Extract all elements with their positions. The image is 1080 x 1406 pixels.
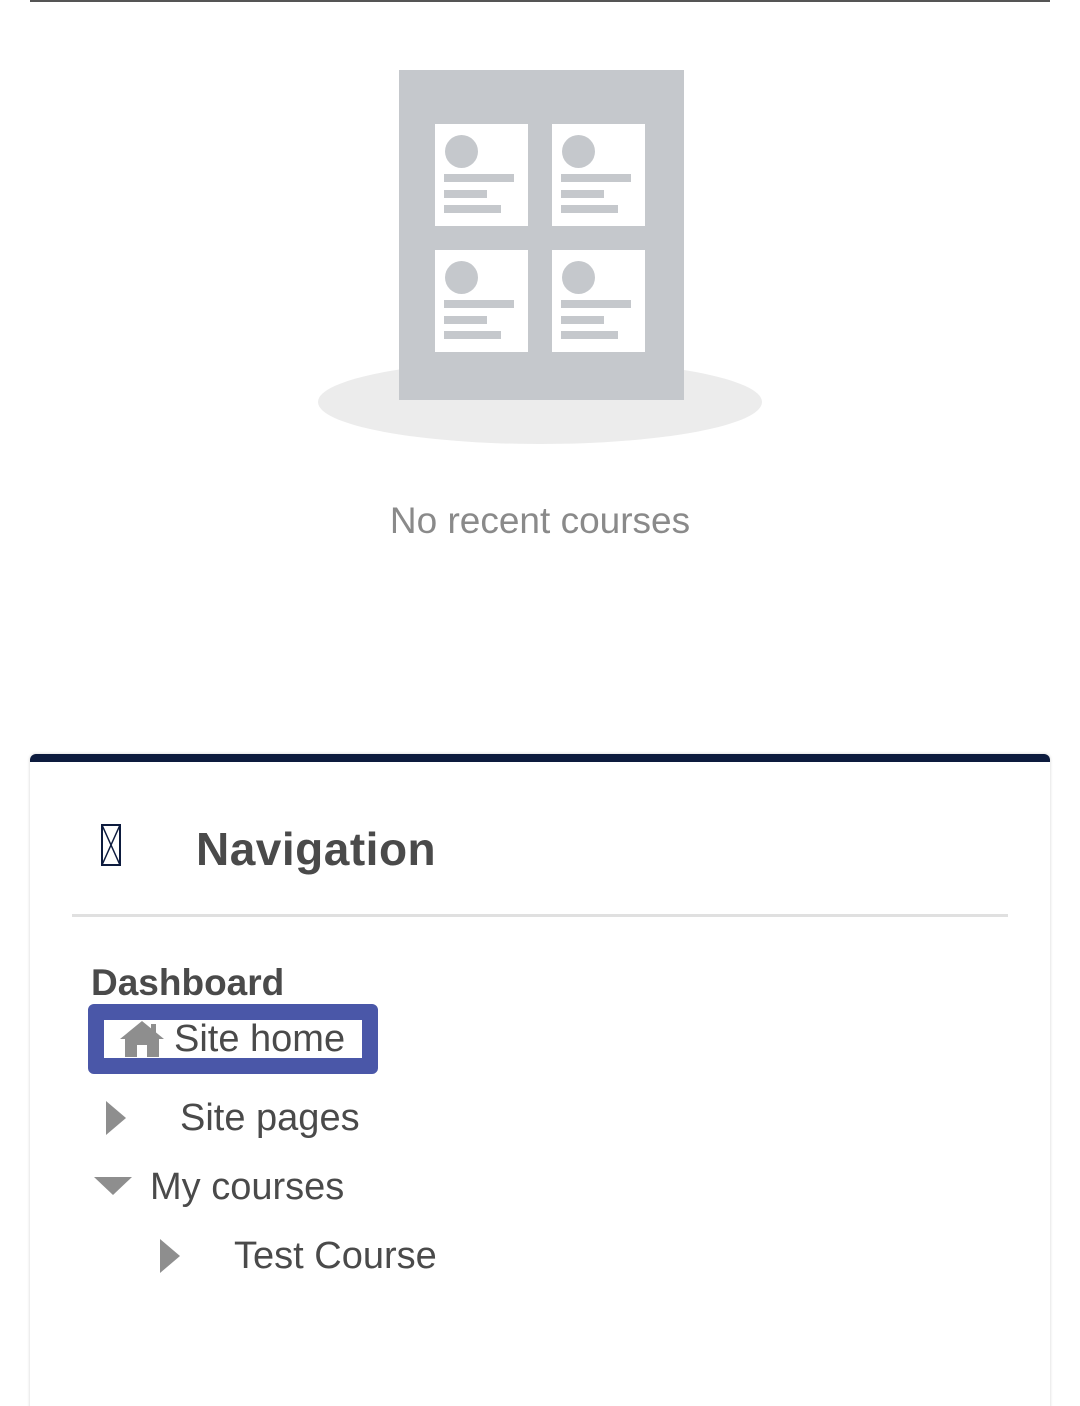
recent-courses-section: No recent courses: [0, 0, 1080, 700]
nav-item-label: Test Course: [234, 1234, 437, 1277]
dashboard-page: No recent courses Navigation Dashboard S…: [0, 0, 1080, 1406]
nav-item-label: My courses: [150, 1165, 345, 1208]
caret-right-icon[interactable]: [102, 1098, 142, 1138]
nav-item-label: Site home: [174, 1017, 346, 1060]
nav-item-test-course[interactable]: Test Course: [156, 1228, 437, 1284]
caret-right-icon[interactable]: [156, 1236, 196, 1276]
empty-courses-illustration: [316, 68, 764, 448]
caret-down-icon[interactable]: [94, 1167, 134, 1207]
illustration-board: [399, 70, 684, 400]
nav-item-label: Site pages: [180, 1096, 360, 1139]
illustration-card: [435, 124, 528, 226]
home-icon: [118, 1019, 164, 1059]
missing-glyph-icon: [101, 824, 121, 866]
no-recent-courses-message: No recent courses: [389, 500, 691, 541]
illustration-card: [552, 124, 645, 226]
navigation-title: Navigation: [196, 823, 437, 875]
nav-item-site-home[interactable]: Site home: [88, 1004, 378, 1074]
navigation-header: Navigation: [72, 802, 1008, 917]
nav-item-my-courses[interactable]: My courses: [94, 1159, 344, 1215]
nav-item-site-pages[interactable]: Site pages: [102, 1090, 360, 1146]
illustration-card: [552, 250, 645, 352]
illustration-card: [435, 250, 528, 352]
navigation-block: Navigation Dashboard Site home Site page…: [30, 754, 1050, 1406]
nav-item-dashboard[interactable]: Dashboard: [91, 962, 284, 1004]
